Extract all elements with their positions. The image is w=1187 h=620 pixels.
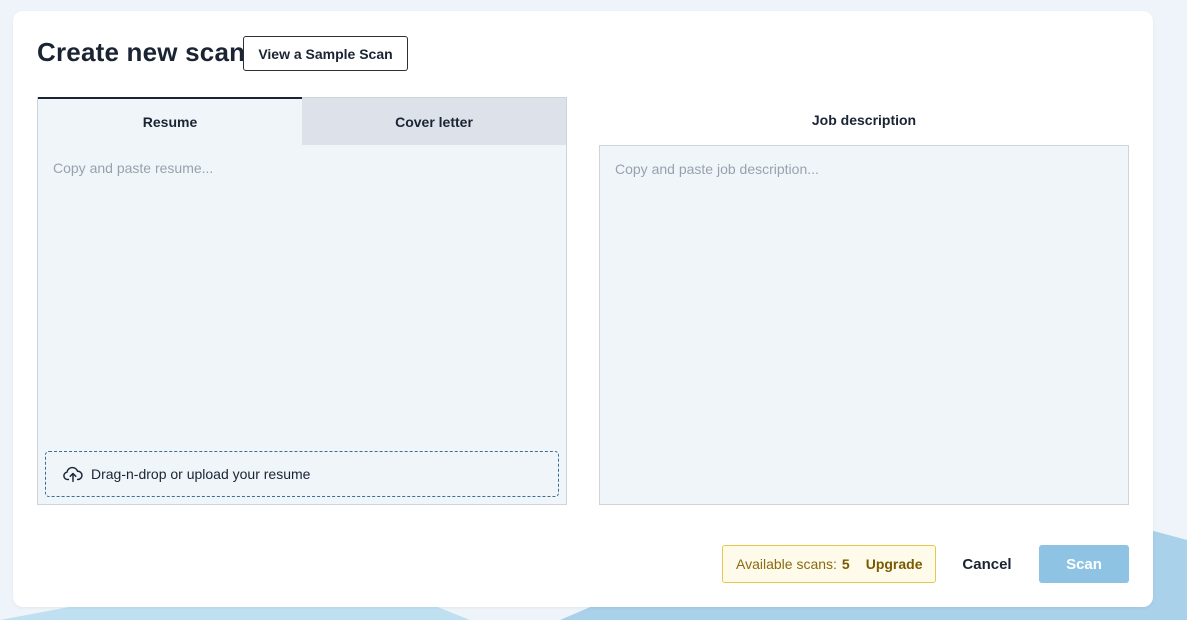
available-scans-badge: Available scans: 5 Upgrade — [722, 545, 936, 583]
tab-cover-letter[interactable]: Cover letter — [302, 98, 566, 145]
document-tabs: Resume Cover letter — [38, 97, 566, 145]
available-scans-count: 5 — [841, 556, 850, 572]
job-description-input[interactable] — [599, 145, 1129, 505]
available-scans-label: Available scans: — [736, 556, 837, 572]
resume-panel: Resume Cover letter Drag-n-drop or uploa… — [37, 97, 567, 505]
scan-button[interactable]: Scan — [1039, 545, 1129, 583]
page-title: Create new scan — [37, 37, 246, 67]
resume-upload-dropzone[interactable]: Drag-n-drop or upload your resume — [45, 451, 559, 497]
upgrade-link[interactable]: Upgrade — [866, 556, 923, 572]
job-description-header: Job description — [811, 112, 917, 128]
view-sample-scan-button[interactable]: View a Sample Scan — [243, 36, 408, 71]
cloud-upload-icon — [62, 463, 84, 485]
resume-input[interactable] — [38, 146, 566, 446]
upload-label: Drag-n-drop or upload your resume — [91, 466, 311, 482]
tab-resume[interactable]: Resume — [38, 97, 302, 145]
create-scan-card: Create new scan View a Sample Scan Resum… — [13, 11, 1153, 607]
cancel-button[interactable]: Cancel — [953, 545, 1021, 583]
